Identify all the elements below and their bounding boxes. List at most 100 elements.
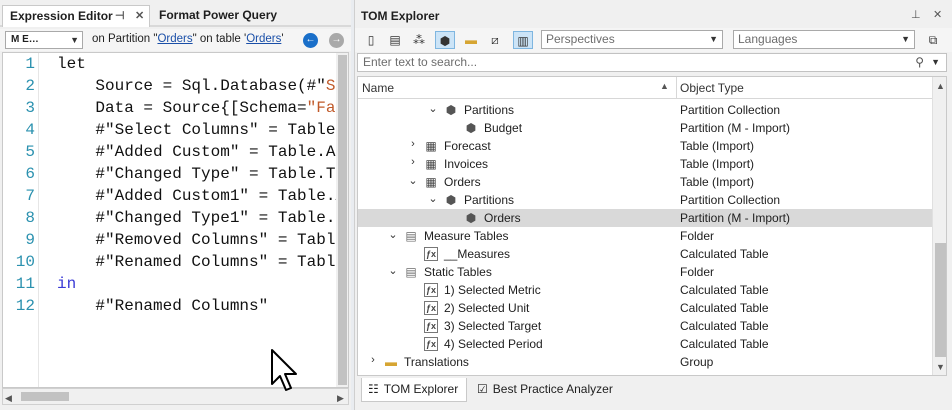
tree-row[interactable]: ⌄ ⬢ Partitions Partition Collection	[358, 191, 932, 209]
code-line[interactable]: Source = Sql.Database(#"Se	[57, 77, 345, 95]
scroll-down-icon[interactable]: ▼	[936, 362, 945, 372]
code-line[interactable]: in	[57, 275, 76, 293]
code-line[interactable]: #"Removed Columns" = Table	[57, 231, 345, 249]
chevron-down-icon: ▼	[709, 34, 718, 44]
collapse-chevron-icon[interactable]: ⌄	[388, 264, 398, 277]
object-name: Static Tables	[424, 265, 492, 279]
tab-tom-explorer[interactable]: ☷ TOM Explorer	[361, 378, 467, 402]
tree-row[interactable]: ⌄ ▤ Measure Tables Folder	[358, 227, 932, 245]
context-middle: " on table '	[192, 33, 247, 45]
line-number: 10	[15, 253, 35, 271]
code-token: "Fa	[306, 99, 336, 117]
scroll-left-icon[interactable]: ◀	[5, 393, 12, 404]
collapse-chevron-icon[interactable]: ⌄	[388, 228, 398, 241]
tree-row[interactable]: › ▦ Invoices Table (Import)	[358, 155, 932, 173]
column-header-name[interactable]: Name	[362, 81, 394, 95]
collapse-chevron-icon[interactable]: ⌄	[428, 192, 438, 205]
code-line[interactable]: #"Renamed Columns" = Table	[57, 253, 345, 271]
display-folders-icon[interactable]: ▬	[461, 31, 481, 49]
code-line[interactable]: #"Changed Type1" = Table.T	[57, 209, 345, 227]
tree-row[interactable]: ƒx 4) Selected Period Calculated Table	[358, 335, 932, 353]
scroll-thumb[interactable]	[21, 392, 69, 401]
code-line[interactable]: let	[57, 55, 86, 73]
table-icon: ▦	[425, 175, 437, 189]
code-line[interactable]: #"Added Custom" = Table.Ad	[57, 143, 345, 161]
show-hierarchies-icon[interactable]: ⁂	[409, 31, 429, 49]
tom-explorer-tab-icon: ☷	[368, 382, 379, 396]
languages-dropdown[interactable]: Languages ▼	[733, 30, 915, 49]
line-number: 2	[25, 77, 35, 95]
code-line[interactable]: #"Added Custom1" = Table.A	[57, 187, 345, 205]
tree-row[interactable]: ƒx 2) Selected Unit Calculated Table	[358, 299, 932, 317]
column-header-object-type[interactable]: Object Type	[680, 81, 744, 95]
close-icon[interactable]: ✕	[135, 6, 144, 27]
scroll-thumb[interactable]	[338, 55, 347, 385]
code-token: Data = Source{[Schema=	[57, 99, 307, 117]
tree-row[interactable]: › ▦ Forecast Table (Import)	[358, 137, 932, 155]
navigate-forward-icon[interactable]: →	[329, 33, 344, 48]
pin-icon[interactable]: ⊥	[911, 8, 921, 21]
collapse-chevron-icon[interactable]: ⌄	[408, 174, 418, 187]
partition-link[interactable]: Orders	[157, 33, 192, 45]
search-icon[interactable]: ⚲	[915, 54, 924, 71]
scroll-up-icon[interactable]: ▲	[936, 81, 945, 91]
close-icon[interactable]: ✕	[933, 8, 942, 21]
grid-vertical-scrollbar[interactable]: ▲ ▼	[932, 77, 946, 375]
object-type: Partition Collection	[680, 103, 781, 117]
translations-folder-icon: ▬	[385, 355, 397, 369]
code-line[interactable]: #"Changed Type" = Table.T	[57, 165, 335, 183]
expand-chevron-icon[interactable]: ›	[408, 138, 418, 150]
table-link[interactable]: Orders	[246, 33, 281, 45]
object-name: Measure Tables	[424, 229, 509, 243]
perspectives-dropdown[interactable]: Perspectives ▼	[541, 30, 723, 49]
show-partitions-icon[interactable]: ⬢	[435, 31, 455, 49]
tree-row[interactable]: ⌄ ▤ Static Tables Folder	[358, 263, 932, 281]
tree-row[interactable]: ƒx __Measures Calculated Table	[358, 245, 932, 263]
code-line[interactable]: #"Select Columns" = Table	[57, 121, 335, 139]
mouse-pointer-icon	[271, 349, 297, 391]
tree-row[interactable]: ƒx 1) Selected Metric Calculated Table	[358, 281, 932, 299]
code-line[interactable]: Data = Source{[Schema="Fa	[57, 99, 335, 117]
object-type: Table (Import)	[680, 157, 755, 171]
show-measures-icon[interactable]: ▯	[361, 31, 381, 49]
column-divider[interactable]	[676, 77, 677, 99]
tom-tree-grid[interactable]: Name ▲ Object Type ⌄ ⬢ Partitions Partition…	[357, 76, 947, 376]
pin-icon[interactable]: ⊣	[115, 6, 125, 27]
line-number: 5	[25, 143, 35, 161]
scroll-right-icon[interactable]: ▶	[337, 393, 344, 404]
expand-chevron-icon[interactable]: ›	[408, 156, 418, 168]
calculated-table-icon: ƒx	[424, 301, 438, 315]
expand-chevron-icon[interactable]: ›	[368, 354, 378, 366]
tree-row[interactable]: › ▬ Translations Group	[358, 353, 932, 371]
show-metadata-columns-icon[interactable]: ▥	[513, 31, 533, 49]
collapse-chevron-icon[interactable]: ⌄	[428, 102, 438, 115]
tab-label: TOM Explorer	[383, 382, 459, 396]
editor-vertical-scrollbar[interactable]	[336, 53, 348, 387]
show-hidden-icon[interactable]: ⧄	[485, 31, 505, 49]
tree-row[interactable]: ⬢ Budget Partition (M - Import)	[358, 119, 932, 137]
scroll-thumb[interactable]	[935, 243, 946, 357]
show-columns-icon[interactable]: ▤	[385, 31, 405, 49]
code-editor[interactable]: 1 2 3 4 5 6 7 8 9 10 11 12 let Source = Sql.Databas…	[2, 52, 349, 388]
code-line[interactable]: #"Renamed Columns"	[57, 297, 268, 315]
tree-row[interactable]: ⬢ Orders Partition (M - Import)	[358, 209, 932, 227]
tree-row[interactable]: ⌄ ⬢ Partitions Partition Collection	[358, 101, 932, 119]
tom-explorer-toolbar: ▯ ▤ ⁂ ⬢ ▬ ⧄ ▥ Perspectives ▼ Languages ▼…	[355, 28, 952, 52]
tab-label: Expression Editor	[10, 9, 113, 23]
sort-ascending-icon[interactable]: ▲	[660, 81, 669, 91]
tree-row[interactable]: ƒx 3) Selected Target Calculated Table	[358, 317, 932, 335]
object-name: Forecast	[444, 139, 491, 153]
code-token: #"Renamed Columns"	[57, 297, 269, 315]
folder-icon: ▤	[405, 229, 417, 243]
chevron-down-icon[interactable]: ▼	[931, 54, 940, 71]
navigate-back-icon[interactable]: ←	[303, 33, 318, 48]
expression-type-dropdown[interactable]: M E… ▼	[5, 31, 83, 49]
expand-collapse-icon[interactable]: ⧉	[923, 31, 943, 49]
expression-context-label: on Partition "Orders" on table 'Orders'	[92, 33, 284, 45]
tab-format-power-query[interactable]: Format Power Query	[152, 5, 312, 27]
tree-row[interactable]: ⌄ ▦ Orders Table (Import)	[358, 173, 932, 191]
tab-best-practice-analyzer[interactable]: ☑ Best Practice Analyzer	[471, 378, 621, 402]
search-input[interactable]: Enter text to search... ⚲ ▼	[357, 53, 947, 72]
tab-expression-editor[interactable]: Expression Editor ⊣ ✕	[2, 5, 150, 27]
partition-collection-icon: ⬢	[445, 193, 457, 207]
